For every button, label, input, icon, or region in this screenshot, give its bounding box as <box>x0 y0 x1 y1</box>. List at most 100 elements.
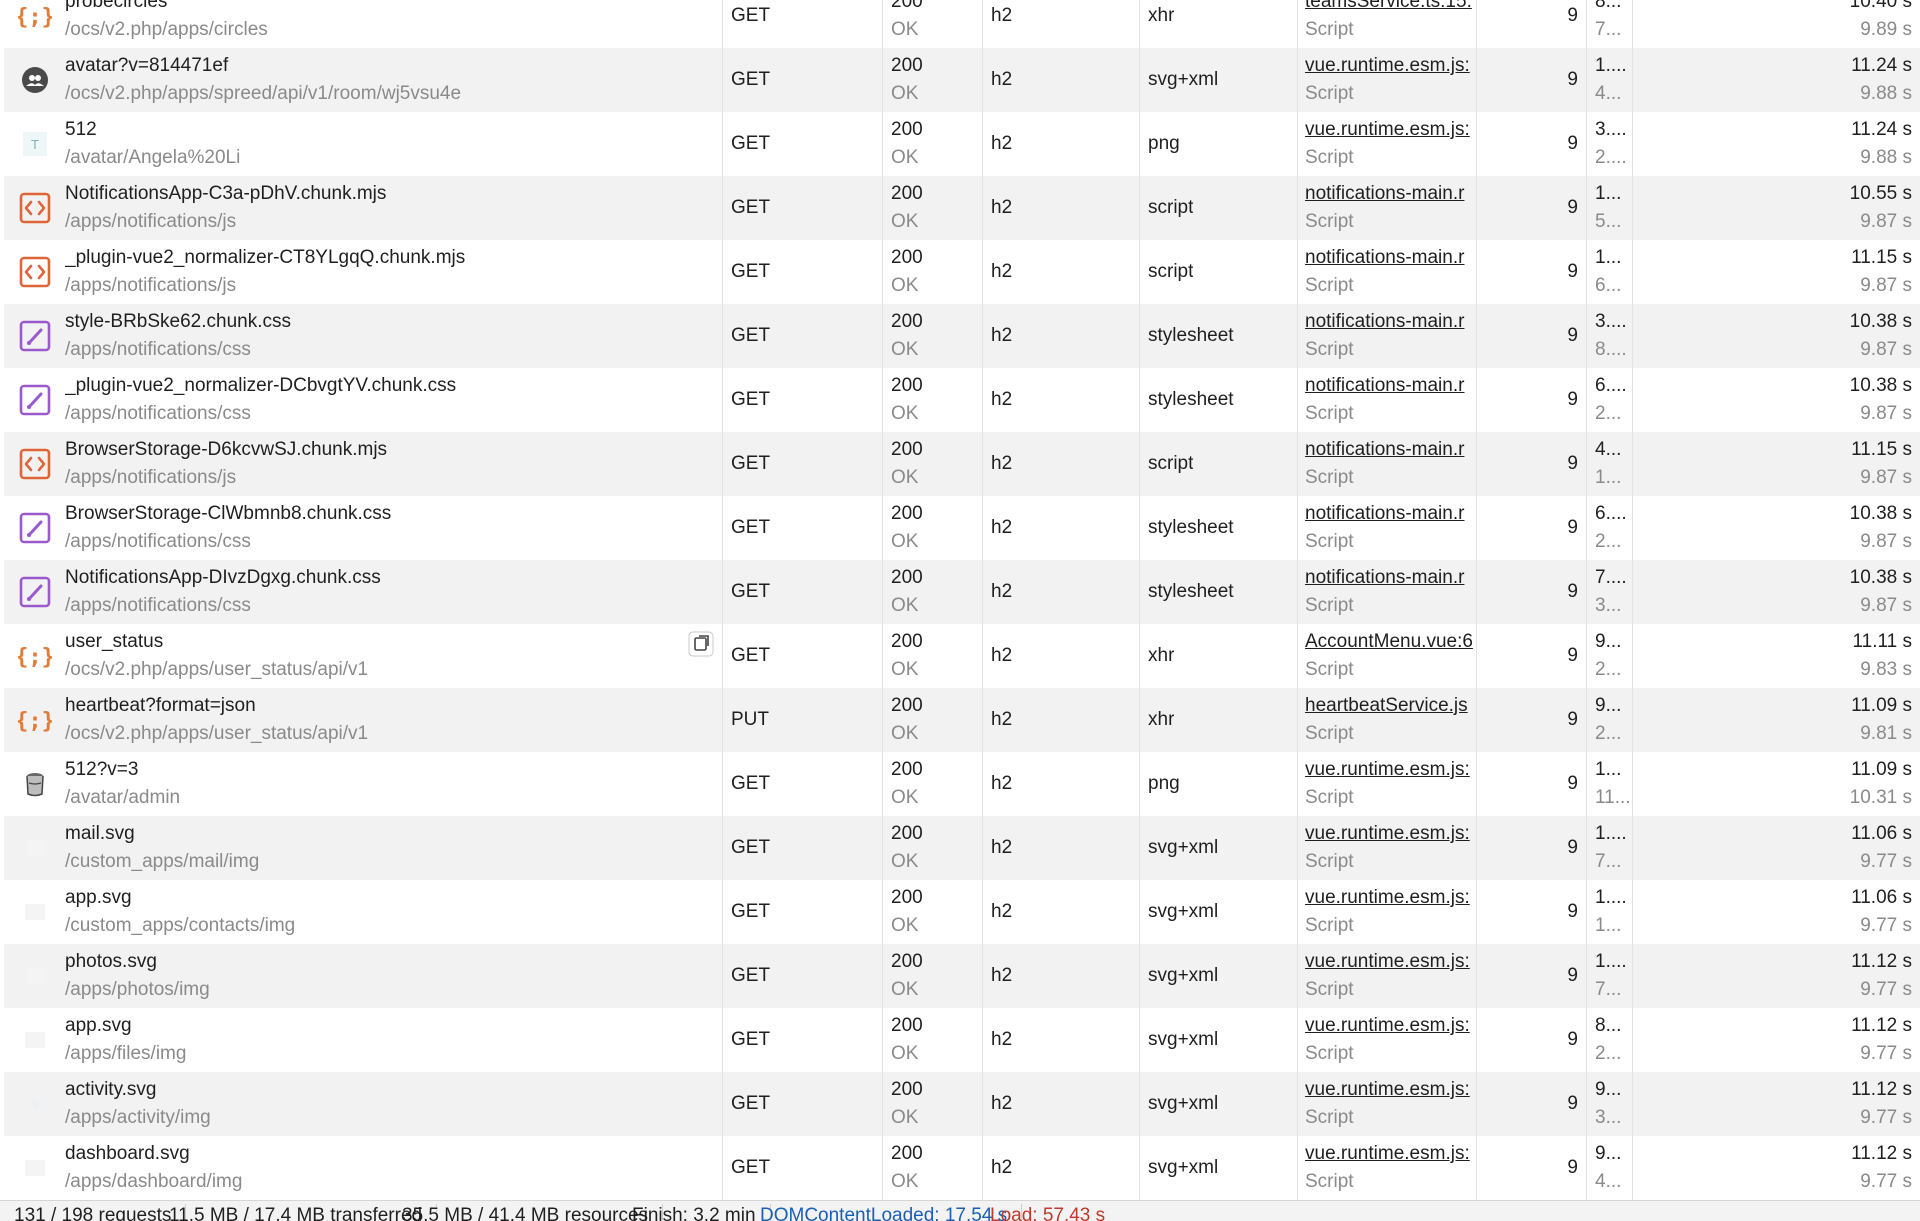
initiator-link[interactable]: vue.runtime.esm.js: <box>1305 119 1477 141</box>
status-text: OK <box>891 787 919 808</box>
request-method: GET <box>731 261 771 282</box>
stylesheet-icon <box>18 575 52 609</box>
request-row[interactable]: BrowserStorage-ClWbmnb8.chunk.css/apps/n… <box>4 496 1920 560</box>
request-row[interactable]: 512?v=3/avatar/admin GET 200 OK h2 png vue.run… <box>4 752 1920 816</box>
transfer-size: 1.... <box>1595 887 1627 908</box>
load-time: Load: 57.43 s <box>990 1205 1106 1221</box>
request-row[interactable]: style-BRbSke62.chunk.css/apps/notificati… <box>4 304 1920 368</box>
request-priority: 9 <box>1567 197 1578 218</box>
initiator-link[interactable]: notifications-main.r <box>1305 247 1477 269</box>
request-method: GET <box>731 965 771 986</box>
status-text: OK <box>891 211 919 232</box>
request-protocol: h2 <box>991 197 1013 218</box>
initiator-link[interactable]: notifications-main.r <box>1305 503 1477 525</box>
status-text: OK <box>891 467 919 488</box>
priority-cell: 9 <box>1476 48 1586 112</box>
request-priority: 9 <box>1567 773 1578 794</box>
initiator-link[interactable]: heartbeatService.js <box>1305 695 1477 717</box>
total-time: 11.06 s <box>1851 823 1912 844</box>
initiator-cell: AccountMenu.vue:6 Script <box>1297 624 1476 688</box>
script-icon <box>18 447 52 481</box>
request-row[interactable]: NotificationsApp-C3a-pDhV.chunk.mjs/apps… <box>4 176 1920 240</box>
json-icon: {;} <box>18 0 52 33</box>
initiator-cell: notifications-main.r Script <box>1297 176 1476 240</box>
initiator-link[interactable]: vue.runtime.esm.js: <box>1305 1079 1477 1101</box>
request-name: heartbeat?format=json <box>65 695 256 716</box>
request-row[interactable]: {;} user_status/ocs/v2.php/apps/user_stat… <box>4 624 1920 688</box>
latency-time: 9.87 s <box>1860 403 1912 424</box>
request-row[interactable]: activity.svg/apps/activity/img GET 200 OK h2… <box>4 1072 1920 1136</box>
request-path: /apps/photos/img <box>65 979 210 1000</box>
initiator-link[interactable]: vue.runtime.esm.js: <box>1305 55 1477 77</box>
resource-size: 2.... <box>1595 147 1627 168</box>
request-row[interactable]: app.svg/apps/files/img GET 200 OK h2 svg+xml v… <box>4 1008 1920 1072</box>
status-text: OK <box>891 1043 919 1064</box>
request-row[interactable]: avatar?v=814471ef/ocs/v2.php/apps/spreed… <box>4 48 1920 112</box>
total-time: 10.38 s <box>1849 567 1912 588</box>
name-cell: style-BRbSke62.chunk.css/apps/notificati… <box>4 304 722 368</box>
request-method: GET <box>731 5 771 26</box>
initiator-type: Script <box>1305 1171 1354 1192</box>
transfer-size: 1... <box>1595 759 1622 780</box>
time-cell: 11.12 s 9.77 s <box>1632 1008 1920 1072</box>
type-cell: svg+xml <box>1139 1008 1297 1072</box>
initiator-link[interactable]: notifications-main.r <box>1305 375 1477 397</box>
initiator-link[interactable]: teamsService.ts:15. <box>1305 0 1477 13</box>
transfer-size: 9... <box>1595 1079 1622 1100</box>
size-cell: 1.... 4... <box>1586 48 1632 112</box>
name-cell: NotificationsApp-C3a-pDhV.chunk.mjs/apps… <box>4 176 722 240</box>
method-cell: GET <box>722 432 882 496</box>
request-row[interactable]: _plugin-vue2_normalizer-DCbvgtYV.chunk.c… <box>4 368 1920 432</box>
initiator-link[interactable]: notifications-main.r <box>1305 439 1477 461</box>
type-cell: script <box>1139 176 1297 240</box>
request-priority: 9 <box>1567 709 1578 730</box>
initiator-link[interactable]: vue.runtime.esm.js: <box>1305 951 1477 973</box>
request-type: svg+xml <box>1148 837 1219 858</box>
type-cell: svg+xml <box>1139 816 1297 880</box>
request-row[interactable]: {;} heartbeat?format=json/ocs/v2.php/apps… <box>4 688 1920 752</box>
method-cell: GET <box>722 1008 882 1072</box>
initiator-link[interactable]: vue.runtime.esm.js: <box>1305 823 1477 845</box>
resource-size: 7... <box>1595 851 1622 872</box>
request-priority: 9 <box>1567 5 1578 26</box>
total-time: 10.38 s <box>1849 311 1912 332</box>
request-row[interactable]: {;} probecircles/ocs/v2.php/apps/circles G… <box>4 0 1920 48</box>
size-cell: 9... 2... <box>1586 688 1632 752</box>
status-text: OK <box>891 275 919 296</box>
transfer-size: 1.... <box>1595 823 1627 844</box>
initiator-cell: notifications-main.r Script <box>1297 240 1476 304</box>
size-cell: 1... 5... <box>1586 176 1632 240</box>
request-path: /custom_apps/contacts/img <box>65 915 296 936</box>
svg-text:{;}: {;} <box>18 709 52 734</box>
copy-url-button[interactable] <box>688 631 714 657</box>
request-row[interactable]: BrowserStorage-D6kcvwSJ.chunk.mjs/apps/n… <box>4 432 1920 496</box>
request-row[interactable]: T 512/avatar/Angela%20Li GET 200 OK h2 png vue.… <box>4 112 1920 176</box>
total-time: 11.15 s <box>1851 439 1912 460</box>
status-text: OK <box>891 723 919 744</box>
initiator-link[interactable]: notifications-main.r <box>1305 567 1477 589</box>
request-row[interactable]: dashboard.svg/apps/dashboard/img GET 200 OK… <box>4 1136 1920 1200</box>
size-cell: 1.... 7... <box>1586 816 1632 880</box>
request-row[interactable]: mail.svg/custom_apps/mail/img GET 200 OK h2 s… <box>4 816 1920 880</box>
initiator-link[interactable]: vue.runtime.esm.js: <box>1305 887 1477 909</box>
request-row[interactable]: app.svg/custom_apps/contacts/img GET 200 OK… <box>4 880 1920 944</box>
initiator-link[interactable]: vue.runtime.esm.js: <box>1305 1015 1477 1037</box>
initiator-link[interactable]: notifications-main.r <box>1305 311 1477 333</box>
type-cell: xhr <box>1139 688 1297 752</box>
request-type: png <box>1148 773 1180 794</box>
initiator-link[interactable]: vue.runtime.esm.js: <box>1305 759 1477 781</box>
resource-size: 4... <box>1595 83 1622 104</box>
total-time: 11.06 s <box>1851 887 1912 908</box>
size-cell: 8... 7... <box>1586 0 1632 48</box>
request-row[interactable]: NotificationsApp-DIvzDgxg.chunk.css/apps… <box>4 560 1920 624</box>
initiator-link[interactable]: AccountMenu.vue:6 <box>1305 631 1477 653</box>
request-row[interactable]: photos.svg/apps/photos/img GET 200 OK h2 svg+… <box>4 944 1920 1008</box>
status-code: 200 <box>891 1079 923 1100</box>
priority-cell: 9 <box>1476 240 1586 304</box>
protocol-cell: h2 <box>982 1072 1139 1136</box>
method-cell: GET <box>722 240 882 304</box>
initiator-link[interactable]: vue.runtime.esm.js: <box>1305 1143 1477 1165</box>
request-row[interactable]: _plugin-vue2_normalizer-CT8YLgqQ.chunk.m… <box>4 240 1920 304</box>
initiator-link[interactable]: notifications-main.r <box>1305 183 1477 205</box>
initiator-type: Script <box>1305 659 1354 680</box>
